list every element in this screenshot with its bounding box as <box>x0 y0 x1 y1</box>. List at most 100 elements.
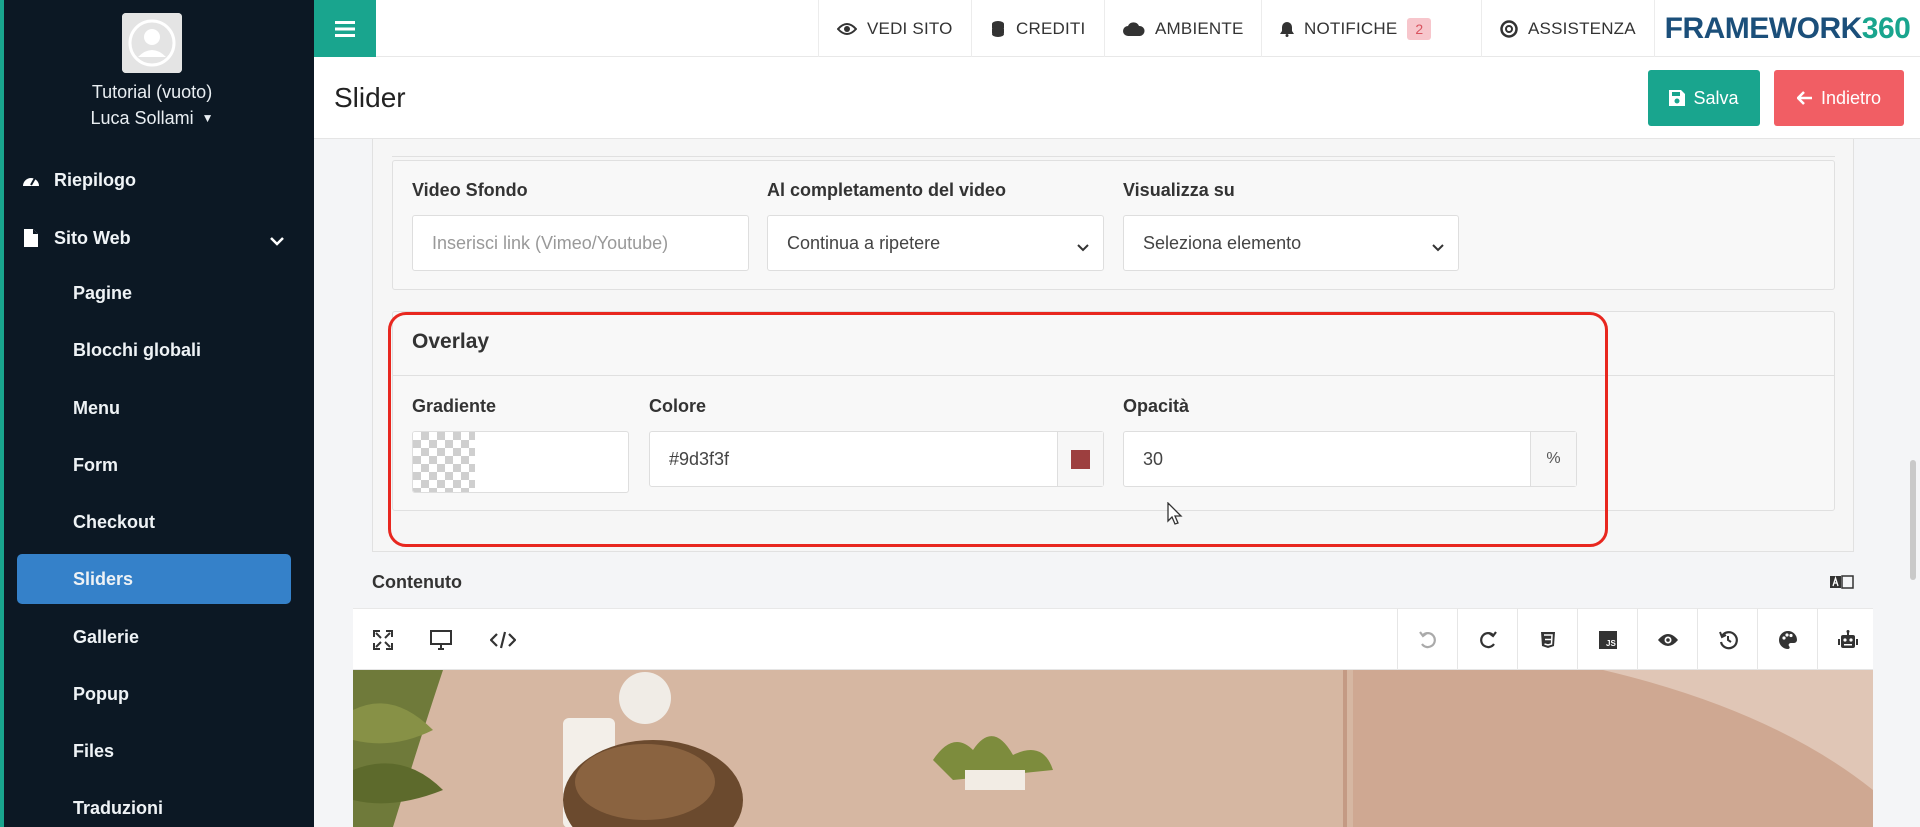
crediti-link[interactable]: CREDITI <box>971 0 1103 57</box>
sidebar-item-label: Menu <box>73 397 120 418</box>
sidebar-item-gallerie[interactable]: Gallerie <box>17 612 291 662</box>
sidebar-item-label: Traduzioni <box>73 797 163 818</box>
sidebar-item-sliders[interactable]: Sliders <box>17 554 291 604</box>
save-button[interactable]: Salva <box>1648 70 1760 126</box>
dashboard-icon <box>20 169 42 191</box>
crediti-label: CREDITI <box>1016 18 1086 38</box>
vedi-sito-link[interactable]: VEDI SITO <box>818 0 971 57</box>
user-menu[interactable]: Luca Sollami ▼ <box>0 108 304 129</box>
scrollbar[interactable] <box>1910 460 1916 580</box>
editor-toolbar: JS <box>353 608 1873 671</box>
sidebar-item-label: Blocchi globali <box>73 339 202 360</box>
brand-logo[interactable]: FRAMEWORK 360 <box>1654 0 1920 57</box>
sidebar-item-label: Gallerie <box>73 626 140 647</box>
ambiente-link[interactable]: AMBIENTE <box>1104 0 1262 57</box>
ambiente-label: AMBIENTE <box>1155 18 1244 38</box>
sidebar-item-menu[interactable]: Menu <box>17 383 291 433</box>
fullscreen-button[interactable] <box>353 609 413 671</box>
hamburger-menu-button[interactable] <box>314 0 376 57</box>
hamburger-icon <box>335 20 355 37</box>
bell-icon <box>1280 21 1294 37</box>
save-button-label: Salva <box>1693 87 1739 108</box>
completamento-video-label: Al completamento del video <box>767 180 1007 200</box>
sidebar-item-popup[interactable]: Popup <box>17 669 291 719</box>
sidebar-item-blocchi-globali[interactable]: Blocchi globali <box>17 325 291 375</box>
sidebar-item-label: Form <box>73 454 118 475</box>
brand-logo-number: 360 <box>1861 11 1911 45</box>
redo-icon <box>1479 631 1497 649</box>
sidebar: Tutorial (vuoto) Luca Sollami ▼ Riepilogo… <box>0 0 314 827</box>
translate-icon[interactable] <box>1830 575 1854 592</box>
user-name: Luca Sollami <box>90 108 194 128</box>
top-bar: VEDI SITO CREDITI AMBIENTE NOTIFICHE 2 A… <box>314 0 1920 57</box>
assistenza-link[interactable]: ASSISTENZA <box>1481 0 1654 57</box>
eye-icon <box>1657 634 1678 646</box>
video-sfondo-input[interactable]: Inserisci link (Vimeo/Youtube) <box>412 215 749 271</box>
js-icon: JS <box>1598 631 1617 649</box>
brand-logo-main: FRAMEWORK <box>1664 11 1863 45</box>
visualizza-su-select[interactable]: Seleziona elemento <box>1123 215 1459 271</box>
undo-button[interactable] <box>1397 609 1457 671</box>
avatar[interactable] <box>122 13 182 73</box>
slider-preview-image <box>353 670 1873 827</box>
chevron-down-icon <box>270 230 284 251</box>
js-button[interactable]: JS <box>1577 609 1637 671</box>
back-button-label: Indietro <box>1820 87 1882 108</box>
preview-button[interactable] <box>1637 609 1697 671</box>
preview-scene <box>353 670 1873 827</box>
notification-count-badge: 2 <box>1407 17 1432 40</box>
highlight-annotation <box>388 312 1608 547</box>
desktop-view-button[interactable] <box>411 609 471 671</box>
arrow-left-icon <box>1796 91 1812 105</box>
completamento-video-value: Continua a ripetere <box>787 232 941 253</box>
life-ring-icon <box>1500 19 1518 38</box>
sidebar-item-label: Files <box>73 740 115 761</box>
mouse-cursor-icon <box>1167 501 1183 531</box>
redo-button[interactable] <box>1457 609 1517 671</box>
back-button[interactable]: Indietro <box>1774 70 1904 126</box>
sidebar-item-sito-web[interactable]: Sito Web <box>20 218 292 258</box>
chevron-down-icon <box>1077 236 1089 257</box>
cloud-icon <box>1123 21 1145 36</box>
history-icon <box>1718 631 1738 650</box>
sidebar-item-checkout[interactable]: Checkout <box>17 497 291 547</box>
ai-assistant-button[interactable] <box>1817 609 1877 671</box>
code-view-button[interactable] <box>473 609 533 671</box>
coins-icon <box>990 20 1006 38</box>
notifiche-link[interactable]: NOTIFICHE 2 <box>1261 0 1449 57</box>
undo-icon <box>1418 631 1436 649</box>
sidebar-item-label: Riepilogo <box>54 169 136 190</box>
robot-icon <box>1837 630 1858 648</box>
desktop-icon <box>430 630 452 650</box>
sidebar-item-files[interactable]: Files <box>17 726 291 776</box>
palette-icon <box>1778 631 1797 649</box>
notifiche-label: NOTIFICHE <box>1304 18 1398 38</box>
page-title: Slider <box>334 82 406 113</box>
sidebar-item-label: Sito Web <box>54 227 131 248</box>
style-button[interactable] <box>1757 609 1817 671</box>
sidebar-item-traduzioni[interactable]: Traduzioni <box>17 783 291 827</box>
sidebar-item-riepilogo[interactable]: Riepilogo <box>20 160 292 200</box>
sidebar-item-label: Sliders <box>73 568 134 589</box>
video-sfondo-label: Video Sfondo <box>412 180 528 200</box>
sidebar-item-form[interactable]: Form <box>17 440 291 490</box>
svg-text:JS: JS <box>1606 639 1616 648</box>
css3-icon <box>1540 632 1555 648</box>
contenuto-label: Contenuto <box>372 572 462 592</box>
chevron-down-icon <box>1432 236 1444 257</box>
expand-icon <box>373 630 393 650</box>
section-divider <box>392 139 1835 157</box>
visualizza-su-label: Visualizza su <box>1123 180 1235 200</box>
css-button[interactable] <box>1517 609 1577 671</box>
file-icon <box>20 227 42 249</box>
visualizza-su-value: Seleziona elemento <box>1143 232 1302 253</box>
history-button[interactable] <box>1697 609 1757 671</box>
floppy-disk-icon <box>1669 90 1686 106</box>
page-header: Slider Salva Indietro <box>314 57 1920 139</box>
completamento-video-select[interactable]: Continua a ripetere <box>767 215 1104 271</box>
sidebar-item-pagine[interactable]: Pagine <box>17 268 291 318</box>
user-avatar-icon <box>122 13 182 73</box>
code-icon <box>490 631 516 649</box>
assistenza-label: ASSISTENZA <box>1528 18 1636 38</box>
eye-icon <box>837 22 857 36</box>
